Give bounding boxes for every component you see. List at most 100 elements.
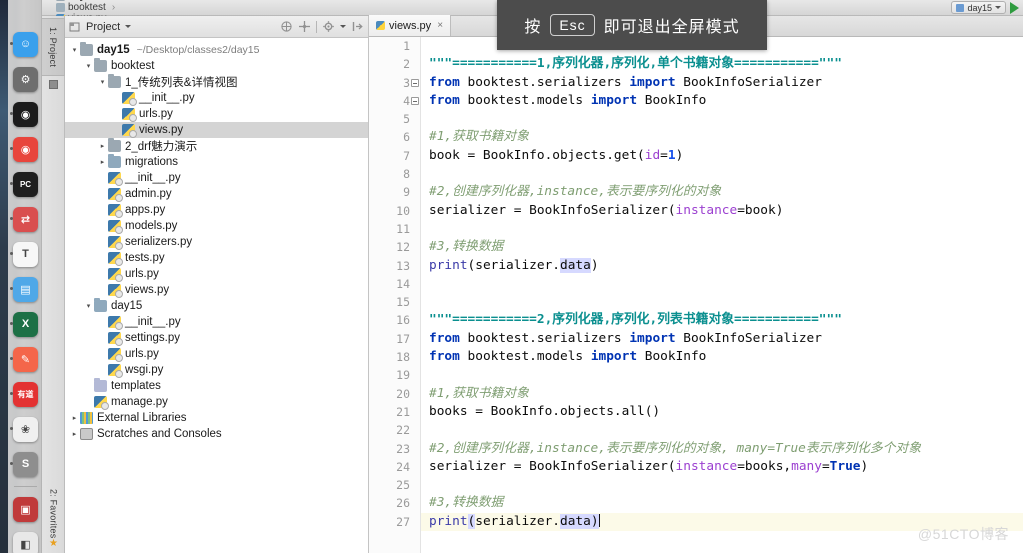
- locate-icon[interactable]: [298, 20, 311, 33]
- code-line[interactable]: #2,创建序列化器,instance,表示要序列化的对象: [421, 183, 1023, 201]
- code-line[interactable]: #1,获取书籍对象: [421, 128, 1023, 146]
- chevron-right-icon[interactable]: ▸: [97, 142, 108, 150]
- sidebar-item-project[interactable]: 1: Project: [42, 18, 65, 76]
- chevron-down-icon[interactable]: [125, 25, 132, 28]
- code-line[interactable]: [421, 476, 1023, 494]
- code-line[interactable]: books = BookInfo.objects.all(): [421, 403, 1023, 421]
- tree-node-booktest[interactable]: ▾ booktest: [65, 58, 368, 74]
- project-file-tree[interactable]: ▾ day15 ~/Desktop/classes2/day15 ▾ booktest ▾…: [65, 39, 368, 553]
- chevron-down-icon[interactable]: ▾: [83, 302, 94, 310]
- preview-dock-item[interactable]: ◧: [9, 528, 42, 553]
- code-content[interactable]: """===========1,序列化器,序列化,单个书籍对象=========…: [421, 37, 1023, 553]
- tree-node-__init__-py[interactable]: __init__.py: [65, 170, 368, 186]
- code-line[interactable]: [421, 366, 1023, 384]
- typora-dock-item[interactable]: T: [9, 238, 42, 270]
- stripe-project-label: 1: Project: [48, 26, 58, 68]
- line-number: 6: [403, 130, 410, 145]
- chevron-down-icon[interactable]: ▾: [97, 78, 108, 86]
- tree-node-scratches-and-consoles[interactable]: ▸ Scratches and Consoles: [65, 426, 368, 442]
- tree-node-wsgi-py[interactable]: wsgi.py: [65, 362, 368, 378]
- chevron-right-icon[interactable]: ▸: [97, 158, 108, 166]
- sublime-merge-dock-item[interactable]: ⇄: [9, 203, 42, 235]
- sourcetree-dock-item[interactable]: S: [9, 448, 42, 480]
- run-button[interactable]: [1010, 1, 1019, 14]
- code-line[interactable]: [421, 275, 1023, 293]
- code-line[interactable]: [421, 421, 1023, 439]
- photos-dock-item[interactable]: ❀: [9, 413, 42, 445]
- code-line[interactable]: from booktest.models import BookInfo: [421, 92, 1023, 110]
- excel-dock-item[interactable]: X: [9, 308, 42, 340]
- code-line[interactable]: [421, 220, 1023, 238]
- system-preferences-dock-item[interactable]: ⚙: [9, 63, 42, 95]
- tree-node-migrations[interactable]: ▸ migrations: [65, 154, 368, 170]
- tab-views-py[interactable]: views.py ×: [369, 15, 452, 36]
- tree-node-views-py[interactable]: views.py: [65, 282, 368, 298]
- youdao-dock-item[interactable]: 有道: [9, 378, 42, 410]
- tree-node-urls-py[interactable]: urls.py: [65, 346, 368, 362]
- chevron-down-icon[interactable]: [340, 25, 346, 28]
- chevron-down-icon[interactable]: ▾: [83, 62, 94, 70]
- tree-node-views-py[interactable]: views.py: [65, 122, 368, 138]
- code-fold-icon[interactable]: [411, 96, 419, 105]
- close-icon[interactable]: ×: [437, 20, 443, 31]
- chrome-dock-item[interactable]: ◉: [9, 133, 42, 165]
- code-line[interactable]: serializer = BookInfoSerializer(instance…: [421, 458, 1023, 476]
- keynote-dock-item[interactable]: ▤: [9, 273, 42, 305]
- chevron-down-icon: [995, 6, 1001, 9]
- tree-node-serializers-py[interactable]: serializers.py: [65, 234, 368, 250]
- code-line[interactable]: from booktest.models import BookInfo: [421, 348, 1023, 366]
- code-line[interactable]: from booktest.serializers import BookInf…: [421, 330, 1023, 348]
- tree-node-admin-py[interactable]: admin.py: [65, 186, 368, 202]
- code-line[interactable]: """===========1,序列化器,序列化,单个书籍对象=========…: [421, 55, 1023, 73]
- code-line[interactable]: [421, 110, 1023, 128]
- line-number: 26: [396, 496, 410, 511]
- code-line[interactable]: print(serializer.data): [421, 257, 1023, 275]
- code-editor[interactable]: 1 2 3 4 5 6 7 8 9 10 11 12 13 14 15 16 17 18 19 20 21 22 23 24 2…: [369, 37, 1023, 553]
- tree-node-day15[interactable]: ▾ day15: [65, 298, 368, 314]
- pycharm-dock-item[interactable]: PC: [9, 168, 42, 200]
- hide-panel-icon[interactable]: [351, 20, 364, 33]
- tree-node-day15[interactable]: ▾ day15 ~/Desktop/classes2/day15: [65, 42, 368, 58]
- screen-dock-item[interactable]: ▣: [9, 493, 42, 525]
- tree-node-tests-py[interactable]: tests.py: [65, 250, 368, 266]
- tree-node-apps-py[interactable]: apps.py: [65, 202, 368, 218]
- code-line[interactable]: #1,获取书籍对象: [421, 385, 1023, 403]
- code-line[interactable]: [421, 165, 1023, 183]
- tree-node-__init__-py[interactable]: __init__.py: [65, 90, 368, 106]
- chevron-right-icon[interactable]: ▸: [69, 430, 80, 438]
- code-line[interactable]: [421, 293, 1023, 311]
- line-number-gutter: 1 2 3 4 5 6 7 8 9 10 11 12 13 14 15 16 17 18 19 20 21 22 23 24 2…: [369, 37, 421, 553]
- tree-node-external-libraries[interactable]: ▸ External Libraries: [65, 410, 368, 426]
- chevron-right-icon[interactable]: ▸: [69, 414, 80, 422]
- finder-dock-item[interactable]: ☺: [9, 28, 42, 60]
- code-line[interactable]: #2,创建序列化器,instance,表示要序列化的对象, many=True表…: [421, 440, 1023, 458]
- obs-dock-item[interactable]: ◉: [9, 98, 42, 130]
- run-configuration-selector[interactable]: day15: [951, 1, 1006, 14]
- tree-node-urls-py[interactable]: urls.py: [65, 106, 368, 122]
- settings-gear-icon[interactable]: [322, 20, 335, 33]
- safari-icon: ✎: [13, 346, 38, 372]
- tree-node-models-py[interactable]: models.py: [65, 218, 368, 234]
- code-fold-icon[interactable]: [411, 78, 419, 87]
- python-file-icon: [108, 252, 123, 266]
- tree-node-1_---------[interactable]: ▾ 1_传统列表&详情视图: [65, 74, 368, 90]
- tree-node-templates[interactable]: templates: [65, 378, 368, 394]
- line-number: 23: [396, 441, 410, 456]
- code-line[interactable]: """===========2,序列化器,序列化,列表书籍对象=========…: [421, 311, 1023, 329]
- tree-node-manage-py[interactable]: manage.py: [65, 394, 368, 410]
- code-line[interactable]: from booktest.serializers import BookInf…: [421, 74, 1023, 92]
- folder-icon: [108, 138, 121, 152]
- tree-node-settings-py[interactable]: settings.py: [65, 330, 368, 346]
- breadcrumb-item-booktest[interactable]: booktest ›: [56, 2, 118, 13]
- safari-dock-item[interactable]: ✎: [9, 343, 42, 375]
- code-line[interactable]: #3,转换数据: [421, 238, 1023, 256]
- chevron-down-icon[interactable]: ▾: [69, 46, 80, 54]
- tree-node-2_drf----[interactable]: ▸ 2_drf魅力演示: [65, 138, 368, 154]
- code-line[interactable]: book = BookInfo.objects.get(id=1): [421, 147, 1023, 165]
- tree-node-__init__-py[interactable]: __init__.py: [65, 314, 368, 330]
- code-line[interactable]: serializer = BookInfoSerializer(instance…: [421, 202, 1023, 220]
- code-line[interactable]: #3,转换数据: [421, 494, 1023, 512]
- collapse-all-icon[interactable]: [280, 20, 293, 33]
- tree-node-urls-py[interactable]: urls.py: [65, 266, 368, 282]
- tree-node-label: migrations: [125, 156, 179, 168]
